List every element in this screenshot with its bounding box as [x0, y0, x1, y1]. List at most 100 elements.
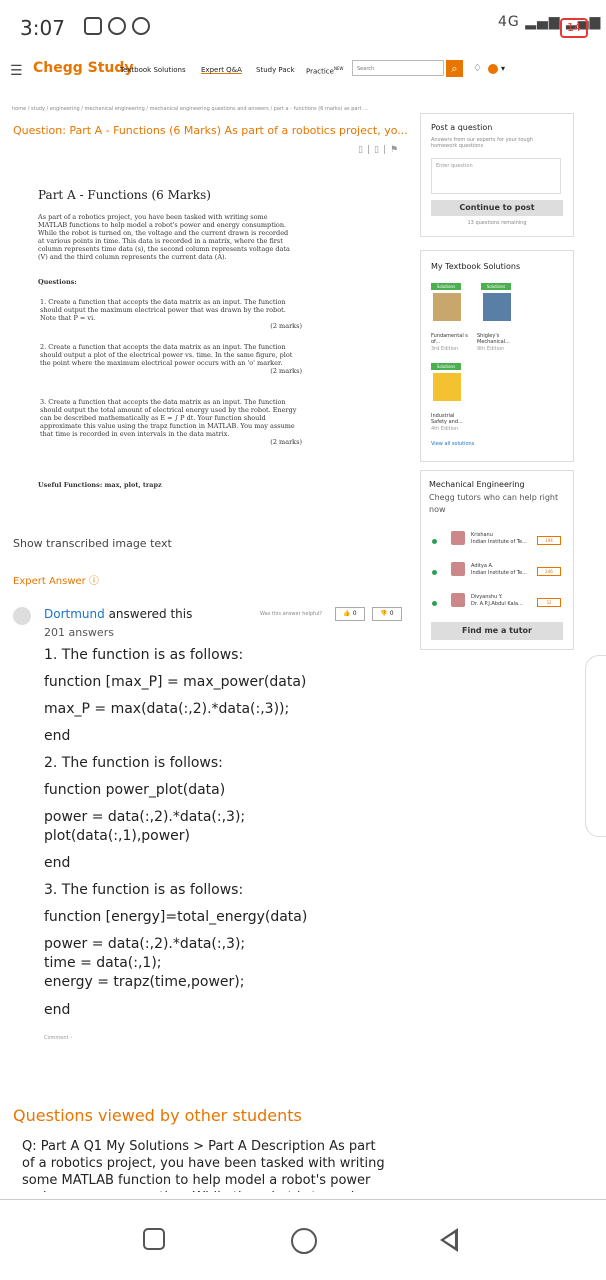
helpful-prompt: Was this answer helpful?	[260, 611, 323, 617]
viewed-question-link[interactable]: Q: Part A Q1 My Solutions > Part A Descr…	[22, 1138, 392, 1192]
answerer-name[interactable]: Dortmund	[44, 607, 105, 621]
info-icon[interactable]: ⓘ	[89, 576, 99, 587]
question-textarea[interactable]: Enter question	[431, 158, 561, 194]
tutors-title: Mechanical Engineering	[429, 480, 525, 489]
answer-line: end	[44, 855, 71, 871]
tutors-subtitle: Chegg tutors who can help right now	[429, 493, 559, 514]
bell-icon[interactable]: ♢	[473, 63, 482, 74]
solutions-tag: Solutions	[431, 283, 461, 290]
book-title[interactable]: Shigley's Mechanical...	[477, 333, 517, 345]
page-title: Question: Part A - Functions (6 Marks) A…	[13, 124, 408, 137]
post-subtitle: Answers from our experts for your tough …	[431, 137, 533, 149]
recents-icon[interactable]	[143, 1228, 165, 1250]
chevron-down-icon[interactable]: ▾	[501, 64, 505, 73]
answer-line: function [max_P] = max_power(data)	[44, 674, 307, 690]
search-input[interactable]: Search	[352, 60, 444, 76]
new-badge: NEW	[333, 66, 344, 71]
back-icon-inner	[444, 1233, 455, 1247]
question-text: 3. Create a function that accepts the da…	[40, 398, 297, 438]
tutor-institute: Dr. A.P.J.Abdul Kala...	[471, 601, 523, 607]
floating-panel-edge[interactable]	[585, 655, 606, 837]
book-title[interactable]: Industrial Safety and...	[431, 413, 471, 425]
book-cover[interactable]	[433, 373, 461, 401]
tutor-institute: Indian Institute of Te...	[471, 570, 527, 576]
gallery-icon	[84, 17, 102, 35]
marks: (2 marks)	[270, 322, 302, 330]
tutor-name[interactable]: Aditya A.	[471, 563, 493, 569]
expert-answer-text: Expert Answer	[13, 576, 86, 587]
questions-remaining: 13 questions remaining	[467, 220, 527, 226]
post-title: Post a question	[431, 123, 493, 132]
thumbs-up-button[interactable]: 👍 0	[335, 607, 365, 621]
solutions-tag: Solutions	[431, 363, 461, 370]
answer-line: power = data(:,2).*data(:,3);	[44, 936, 246, 952]
book-title[interactable]: Fundamental s of...	[431, 333, 471, 345]
answer-line: 2. The function is follows:	[44, 755, 223, 771]
marks: (2 marks)	[270, 367, 302, 375]
comment-link[interactable]: Comment ›	[44, 1035, 72, 1041]
question-text: 2. Create a function that accepts the da…	[40, 343, 293, 367]
online-dot	[432, 601, 437, 606]
tutor-rating-badge: 52	[537, 598, 561, 607]
nav-expert-qa[interactable]: Expert Q&A	[201, 66, 242, 74]
book-cover[interactable]	[433, 293, 461, 321]
question-text: 1. Create a function that accepts the da…	[40, 298, 286, 322]
tutor-rating-badge: 194	[537, 536, 561, 545]
down-count: 0	[389, 610, 394, 617]
breadcrumb[interactable]: home / study / engineering / mechanical …	[12, 106, 368, 112]
tutor-name[interactable]: Krishanu	[471, 532, 493, 538]
online-dot	[432, 539, 437, 544]
whatsapp-icon	[132, 17, 150, 35]
answer-count: 201 answers	[44, 626, 114, 639]
book-edition: 3rd Edition	[431, 346, 459, 352]
answer-line: end	[44, 728, 71, 744]
continue-to-post-button[interactable]: Continue to post	[431, 200, 563, 216]
tutor-institute: Indian Institute of Te...	[471, 539, 527, 545]
tutor-rating-badge: 246	[537, 567, 561, 576]
find-tutor-button[interactable]: Find me a tutor	[431, 622, 563, 640]
viewed-heading: Questions viewed by other students	[13, 1106, 302, 1125]
avatar[interactable]	[488, 64, 498, 74]
expert-answer-label: Expert Answer ⓘ	[13, 572, 99, 587]
question-item-2: 2. Create a function that accepts the da…	[40, 343, 302, 375]
tutors-card: Mechanical Engineering Chegg tutors who …	[420, 470, 574, 650]
post-question-card: Post a question Answers from our experts…	[420, 113, 574, 237]
search-icon[interactable]: ⌕	[446, 60, 463, 77]
tutor-avatar	[451, 531, 465, 545]
up-count: 0	[352, 610, 357, 617]
tutor-avatar	[451, 593, 465, 607]
answer-line: end	[44, 1002, 71, 1018]
thumbs-down-button[interactable]: 👎 0	[372, 607, 402, 621]
home-icon[interactable]	[291, 1228, 317, 1254]
useful-functions: Useful Functions: max, plot, trapz	[38, 481, 162, 489]
answer-line: power = data(:,2).*data(:,3);	[44, 809, 246, 825]
answer-line: function [energy]=total_energy(data)	[44, 909, 308, 925]
textbook-card: My Textbook Solutions Solutions Fundamen…	[420, 250, 574, 462]
answer-line: function power_plot(data)	[44, 782, 226, 798]
nav-practice-label: Practice	[306, 67, 334, 76]
menu-icon[interactable]: ☰	[10, 63, 23, 79]
view-all-link[interactable]: View all solutions	[431, 441, 474, 447]
answer-line: 1. The function is as follows:	[44, 647, 244, 663]
tutor-name[interactable]: Divyanshu Y.	[471, 594, 503, 600]
question-item-3: 3. Create a function that accepts the da…	[40, 398, 302, 446]
question-actions[interactable]: ▯|▯|⚑	[358, 145, 402, 155]
answerer-avatar	[13, 607, 31, 625]
questions-label: Questions:	[38, 278, 77, 286]
nav-study-pack[interactable]: Study Pack	[256, 66, 295, 74]
answered-text: answered this	[104, 607, 193, 621]
chegg-logo[interactable]: Chegg Study	[33, 60, 134, 76]
question-intro: As part of a robotics project, you have …	[38, 213, 290, 261]
book-edition: 4th Edition	[431, 426, 459, 432]
answer-line: plot(data(:,1),power)	[44, 828, 191, 844]
book-cover[interactable]	[483, 293, 511, 321]
answerer-line: Dortmund answered this	[44, 607, 192, 621]
book-edition: 9th Edition	[477, 346, 505, 352]
question-item-1: 1. Create a function that accepts the da…	[40, 298, 302, 330]
nav-practice[interactable]: PracticeNEW	[306, 66, 343, 75]
status-bar: 3:07 4G ▂▄▆ ▂▄▆ 14	[0, 0, 606, 50]
battery-icon: 14	[560, 18, 588, 38]
show-transcribed-link[interactable]: Show transcribed image text	[13, 537, 172, 550]
answer-line: time = data(:,1);	[44, 955, 162, 971]
nav-textbook-solutions[interactable]: Textbook Solutions	[120, 66, 186, 74]
